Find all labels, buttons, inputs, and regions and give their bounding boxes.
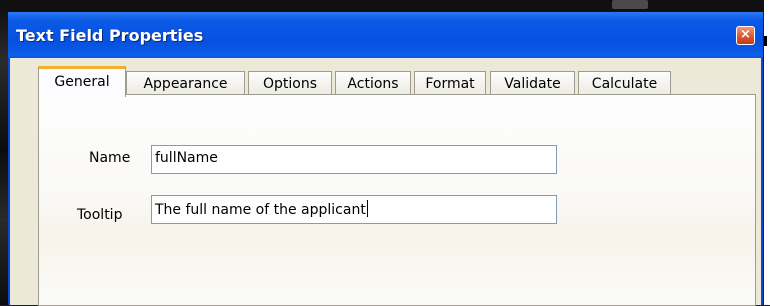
tab-appearance[interactable]: Appearance	[126, 71, 245, 95]
tab-validate[interactable]: Validate	[490, 71, 575, 95]
tooltip-label: Tooltip	[77, 207, 123, 223]
name-field[interactable]: fullName	[151, 145, 557, 174]
tab-general[interactable]: General	[38, 66, 126, 97]
background-right-marker	[764, 36, 767, 46]
close-button[interactable]: ×	[736, 26, 755, 45]
dialog-titlebar[interactable]: Text Field Properties ×	[8, 12, 763, 58]
tab-format[interactable]: Format	[414, 71, 486, 95]
dialog-title: Text Field Properties	[16, 26, 204, 45]
tooltip-field-value: The full name of the applicant	[155, 202, 366, 218]
tooltip-field[interactable]: The full name of the applicant	[151, 195, 557, 224]
general-tab-panel: Name fullName Tooltip The full name of t…	[38, 94, 756, 306]
close-icon: ×	[740, 27, 751, 42]
name-label: Name	[89, 150, 131, 166]
text-cursor	[366, 200, 368, 217]
tab-strip: General Appearance Options Actions Forma…	[38, 66, 758, 97]
tab-actions[interactable]: Actions	[335, 71, 411, 95]
tab-calculate[interactable]: Calculate	[578, 71, 671, 95]
name-field-value: fullName	[155, 150, 218, 166]
background-app-control	[612, 0, 648, 9]
tab-options[interactable]: Options	[248, 71, 332, 95]
background-app-strip	[0, 0, 770, 12]
